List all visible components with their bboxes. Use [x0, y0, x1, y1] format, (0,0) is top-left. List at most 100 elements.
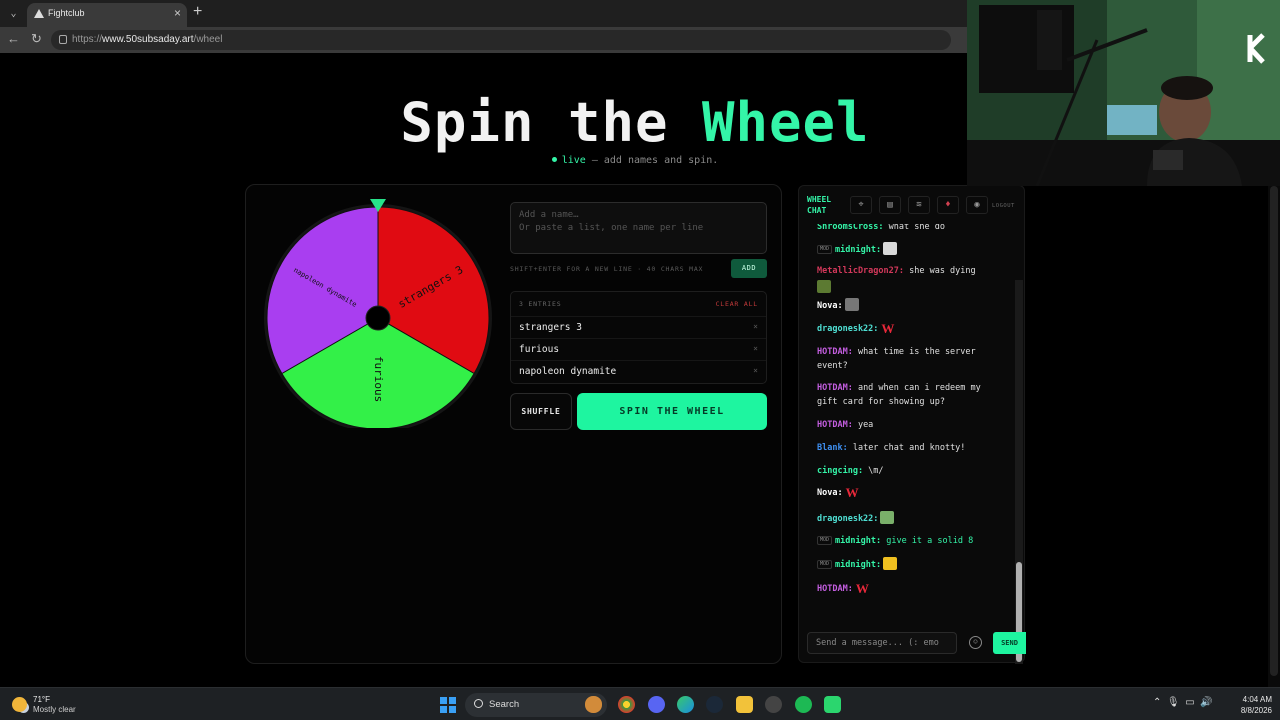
chat-username[interactable]: HOTDAM: [817, 347, 853, 357]
chat-text: yea [852, 420, 874, 430]
moon-cloud-icon [12, 697, 27, 712]
chat-username[interactable]: dragonesk22: [817, 324, 878, 334]
wheel-segment-label: furious [372, 356, 385, 402]
spotify-icon[interactable] [795, 696, 812, 713]
name-input[interactable] [510, 202, 767, 254]
url-field[interactable]: https://www.50subsaday.art/wheel [51, 30, 951, 50]
title-accent: Wheel [702, 91, 870, 154]
w-emote-icon: W [881, 321, 895, 336]
chat-username[interactable]: midnight: [835, 245, 881, 255]
url-host: www.50subsaday.art [102, 34, 194, 45]
tab-close-icon[interactable]: × [174, 6, 181, 20]
chat-message: Nova: W [817, 486, 997, 500]
mod-badge: MOD [817, 536, 833, 545]
emoji-icon[interactable]: ☺ [969, 636, 982, 649]
chat-scrollbar[interactable] [1015, 280, 1023, 664]
emote-icon [817, 280, 831, 293]
emote-icon [883, 242, 898, 255]
target-icon[interactable]: ⌖ [850, 196, 872, 214]
chat-text: give it a solid 8 [881, 536, 974, 546]
edge-icon[interactable] [677, 696, 694, 713]
chat-message-input[interactable] [807, 632, 957, 654]
page-scrollbar-thumb[interactable] [1270, 186, 1278, 676]
taskbar: 71°F Mostly clear Search ⌃ 🎙 ▭ 🔊 4:04 AM… [0, 687, 1280, 720]
entries-count: 3 ENTRIES [519, 300, 562, 308]
chat-message: HOTDAM: W [817, 582, 997, 596]
chat-username[interactable]: MetallicDragon27: [817, 266, 904, 276]
chat-username[interactable]: ShroomsCross: [817, 224, 884, 232]
emote-icon [880, 511, 895, 524]
chat-text: \m/ [863, 466, 884, 476]
chat-message: dragonesk22: W [817, 322, 997, 336]
chat-title-line2: CHAT [807, 206, 827, 215]
url-scheme: https:// [72, 34, 103, 45]
spin-button[interactable]: SPIN THE WHEEL [577, 393, 767, 430]
chrome-icon[interactable] [618, 696, 635, 713]
shuffle-button[interactable]: SHUFFLE [510, 393, 572, 430]
entry-label: napoleon dynamite [519, 366, 617, 377]
steam-icon[interactable] [706, 696, 723, 713]
entry-label: furious [519, 344, 560, 355]
broadcast-icon[interactable]: ◉ [966, 196, 988, 214]
chat-username[interactable]: dragonesk22: [817, 514, 878, 524]
chat-message: cingcing: \m/ [817, 464, 997, 478]
coins-icon[interactable]: ≋ [908, 196, 930, 214]
chat-messages: ShroomsCross: what she do MOD midnight: Met… [799, 224, 1015, 620]
discord-icon[interactable] [648, 696, 665, 713]
clear-all-button[interactable]: CLEAR ALL [716, 300, 758, 308]
store-icon[interactable]: ▤ [879, 196, 901, 214]
lightbulb-icon[interactable]: ♦ [937, 196, 959, 214]
chat-username[interactable]: HOTDAM: [817, 420, 853, 430]
remove-entry-icon[interactable]: × [753, 322, 758, 331]
weather-desc: Mostly clear [33, 705, 76, 714]
mod-badge: MOD [817, 245, 833, 254]
wheel-panel: strangers 3furiousnapoleon dynamite SHIF… [245, 184, 782, 664]
favicon-icon [34, 9, 44, 18]
chat-username[interactable]: HOTDAM: [817, 584, 853, 594]
wheel-hub [365, 305, 391, 331]
site-info-icon[interactable] [59, 35, 67, 44]
chat-message: HOTDAM: and when can i redeem my gift ca… [817, 381, 997, 409]
chat-message: HOTDAM: what time is the server event? [817, 345, 997, 373]
chat-username[interactable]: HOTDAM: [817, 383, 853, 393]
settings-gear-icon[interactable] [765, 696, 782, 713]
wheel[interactable]: strangers 3furiousnapoleon dynamite [262, 194, 496, 428]
taskbar-search[interactable]: Search [465, 693, 607, 717]
clock[interactable]: 4:04 AM 8/8/2026 [1232, 694, 1272, 716]
reload-icon[interactable]: ↻ [31, 31, 42, 47]
list-item: strangers 3 × [511, 316, 766, 338]
system-tray[interactable]: ⌃ 🎙 ▭ 🔊 [1153, 697, 1213, 708]
chat-panel: WHEEL CHAT ⌖ ▤ ≋ ♦ ◉ LOGOUT ShroomsCross:… [798, 185, 1026, 664]
windows-start-icon[interactable] [440, 697, 456, 713]
chat-message: HOTDAM: yea [817, 418, 997, 432]
chat-username[interactable]: cingcing: [817, 466, 863, 476]
webcam-overlay [967, 0, 1280, 186]
chat-message: ShroomsCross: what she do [817, 224, 997, 234]
tab-list-chevron-icon[interactable]: ⌄ [5, 5, 22, 22]
send-button[interactable]: SEND [993, 632, 1026, 654]
chat-username[interactable]: midnight: [835, 560, 881, 570]
browser-tab-fightclub[interactable]: Fightclub × [27, 3, 187, 27]
chat-username[interactable]: Nova: [817, 488, 843, 498]
w-emote-icon: W [845, 485, 859, 500]
add-button[interactable]: ADD [731, 259, 767, 278]
page-scrollbar[interactable] [1268, 186, 1280, 687]
file-explorer-icon[interactable] [736, 696, 753, 713]
chat-username[interactable]: Nova: [817, 301, 843, 311]
chat-message: Blank: later chat and knotty! [817, 441, 997, 455]
chat-username[interactable]: midnight: [835, 536, 881, 546]
url-path: /wheel [193, 34, 223, 45]
logout-button[interactable]: LOGOUT [992, 203, 1015, 209]
list-item: furious × [511, 338, 766, 360]
new-tab-plus-icon[interactable]: + [193, 3, 202, 21]
chat-message: MOD midnight: [817, 242, 997, 257]
app-icon[interactable] [824, 696, 841, 713]
chat-username[interactable]: Blank: [817, 443, 848, 453]
back-arrow-icon[interactable]: ← [7, 31, 20, 46]
chat-message: MOD midnight: give it a solid 8 [817, 534, 997, 548]
entries-list: 3 ENTRIES CLEAR ALL strangers 3 × furiou… [510, 291, 767, 384]
remove-entry-icon[interactable]: × [753, 366, 758, 375]
remove-entry-icon[interactable]: × [753, 344, 758, 353]
w-emote-icon: W [855, 581, 869, 596]
chat-message: Nova: [817, 298, 997, 313]
